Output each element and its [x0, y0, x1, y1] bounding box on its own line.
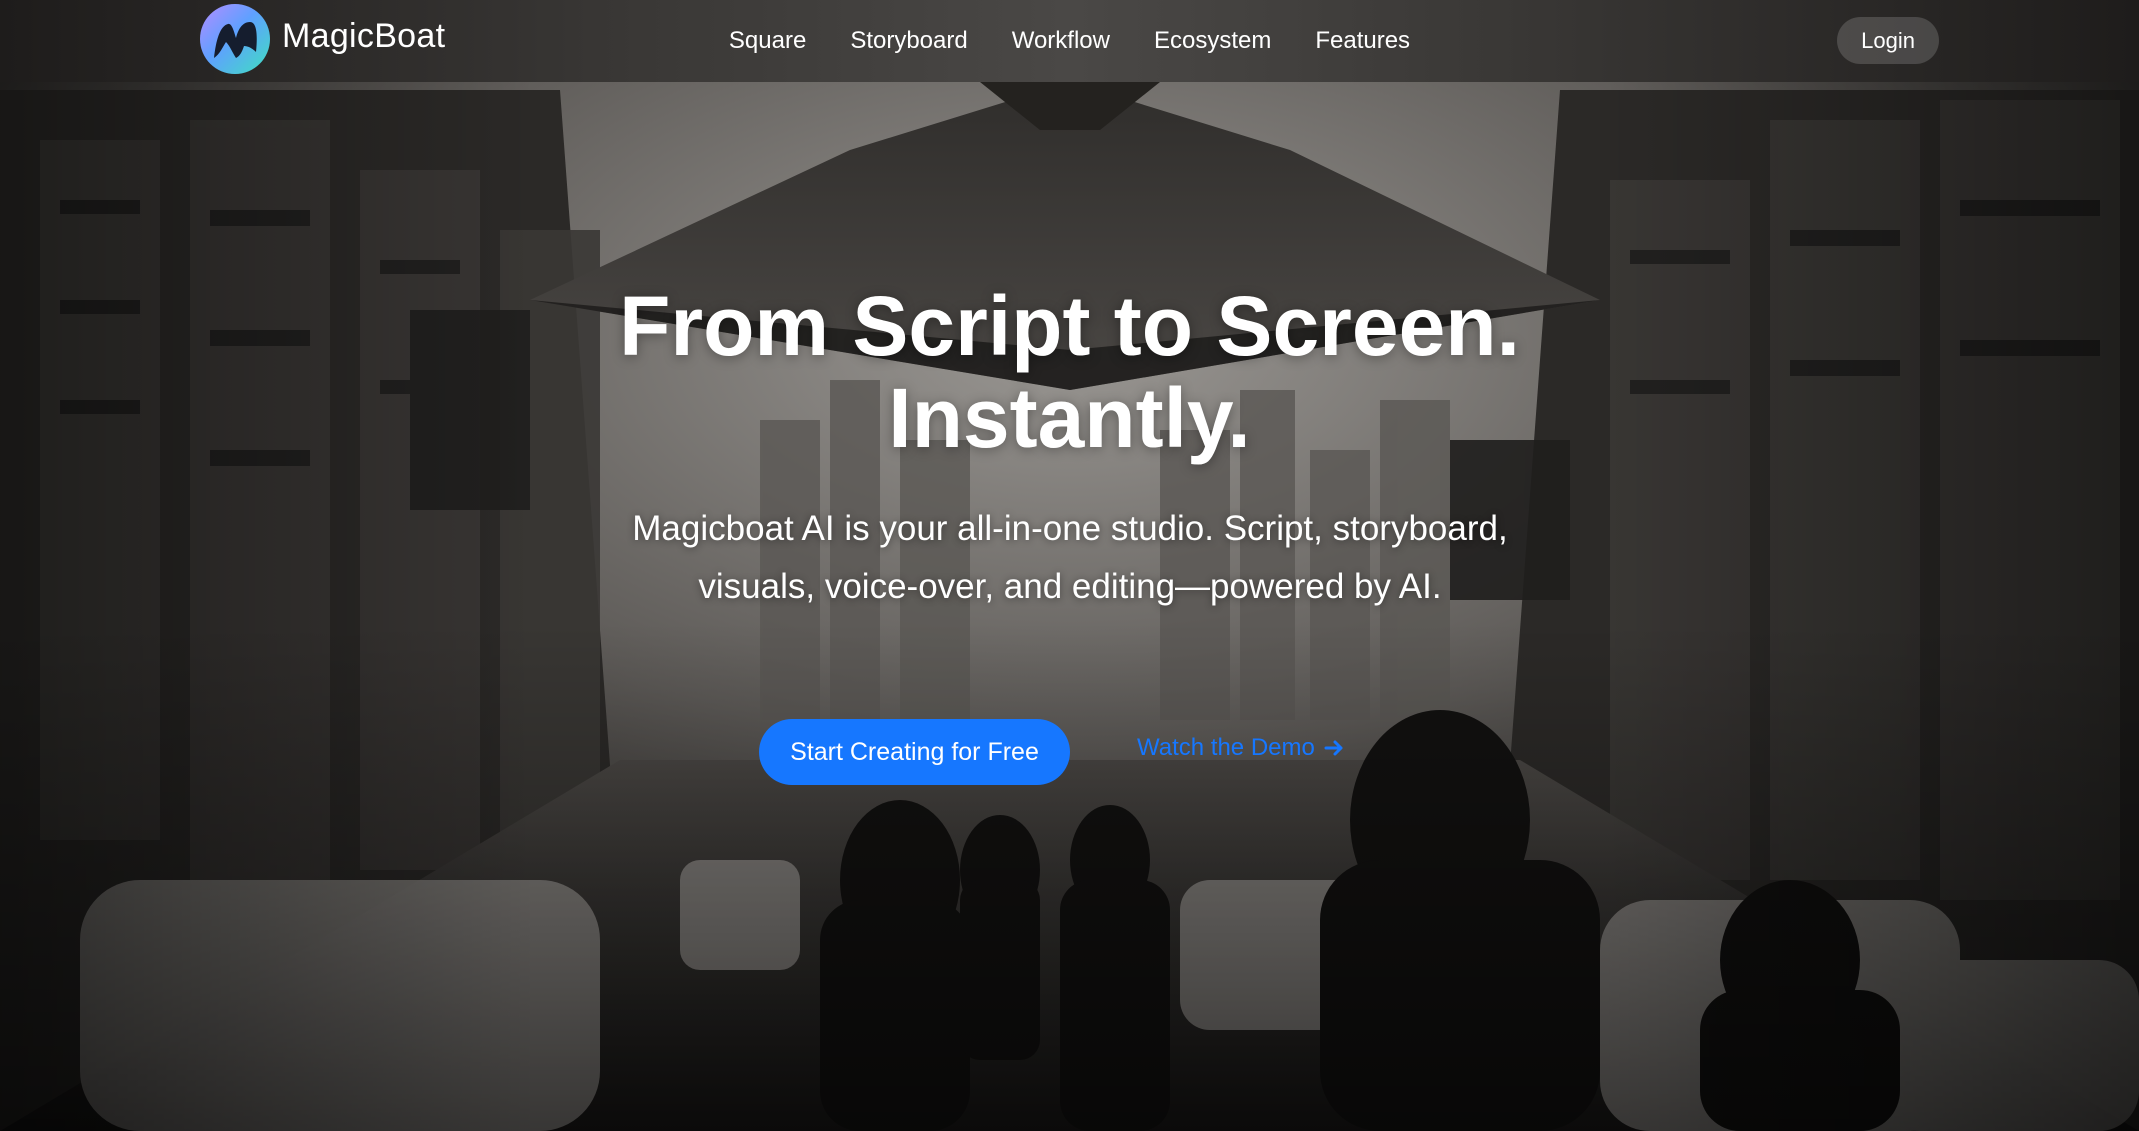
nav-item-storyboard[interactable]: Storyboard — [850, 27, 967, 55]
top-navbar: MagicBoat Square Storyboard Workflow Eco… — [0, 0, 2139, 82]
login-button[interactable]: Login — [1837, 17, 1939, 64]
brand-logo-link[interactable]: MagicBoat — [198, 2, 445, 76]
watch-demo-label: Watch the Demo — [1137, 734, 1315, 761]
hero-title-line-1: From Script to Screen. — [619, 279, 1520, 373]
nav-item-workflow[interactable]: Workflow — [1012, 27, 1110, 55]
nav-item-features[interactable]: Features — [1315, 27, 1410, 55]
hero-section: From Script to Screen. Instantly. Magicb… — [0, 0, 2139, 1131]
hero-subtitle: Magicboat AI is your all-in-one studio. … — [632, 509, 1508, 606]
hero-title-line-2: Instantly. — [888, 371, 1251, 465]
hero-title: From Script to Screen. Instantly. — [0, 280, 2139, 464]
magicboat-logo-icon — [198, 2, 272, 76]
arrow-right-icon — [1323, 737, 1345, 759]
start-creating-button[interactable]: Start Creating for Free — [759, 719, 1070, 785]
landing-page: MagicBoat Square Storyboard Workflow Eco… — [0, 0, 2139, 1131]
nav-item-ecosystem[interactable]: Ecosystem — [1154, 27, 1271, 55]
nav-item-square[interactable]: Square — [729, 27, 806, 55]
brand-name: MagicBoat — [282, 16, 446, 55]
watch-demo-link[interactable]: Watch the Demo — [1137, 734, 1345, 762]
